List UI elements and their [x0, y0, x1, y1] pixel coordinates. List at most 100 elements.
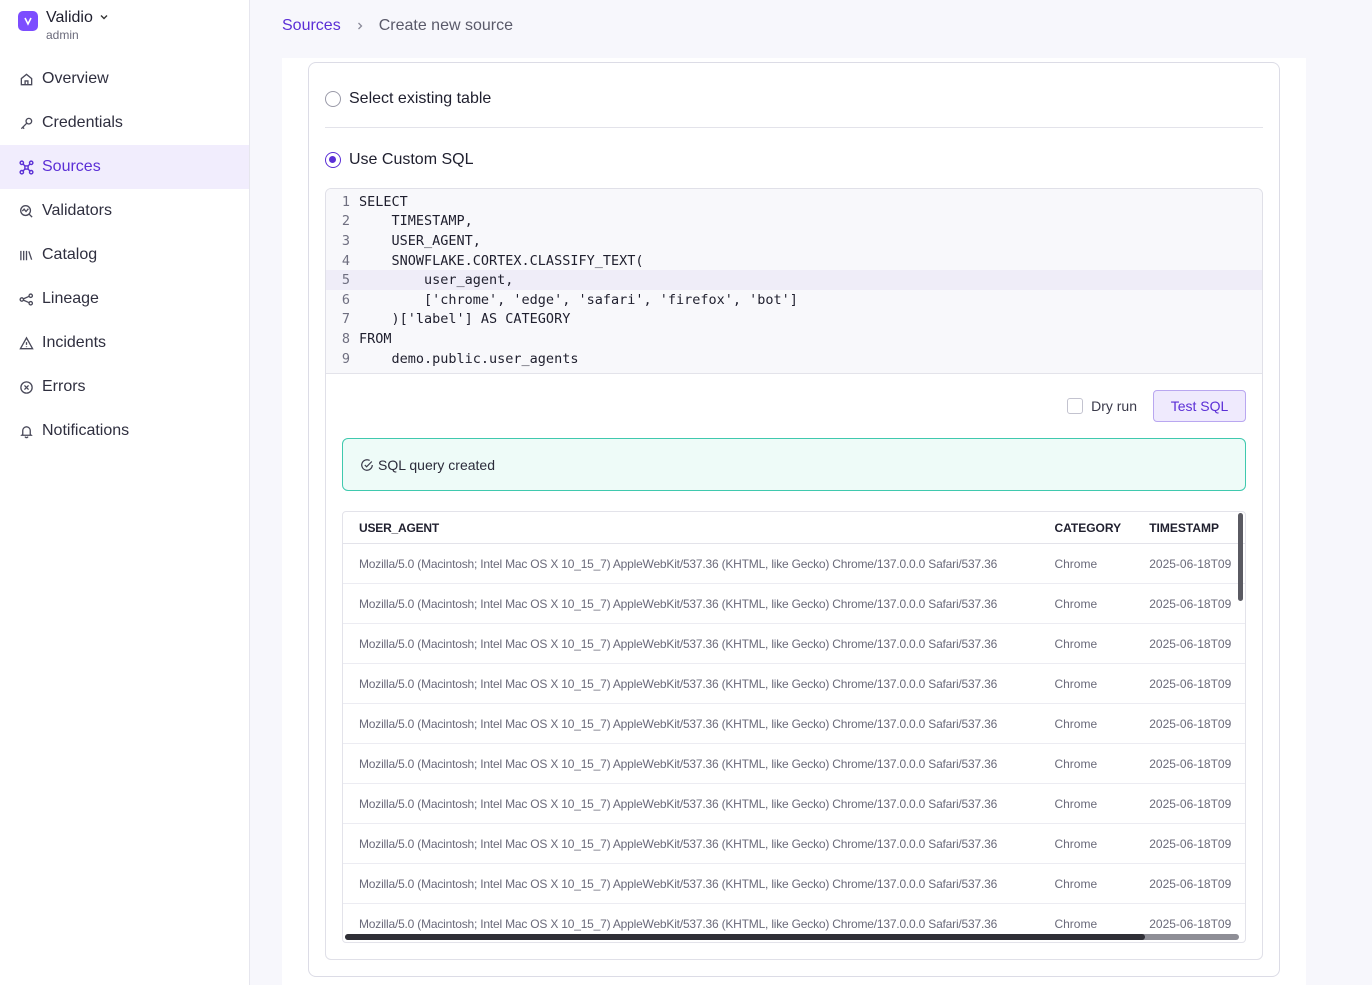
option-label: Use Custom SQL — [349, 151, 474, 168]
cell-category: Chrome — [1054, 836, 1098, 851]
sidebar-item-credentials[interactable]: Credentials — [0, 101, 249, 145]
cell-user-agent: Mozilla/5.0 (Macintosh; Intel Mac OS X 1… — [359, 716, 998, 731]
cell-category: Chrome — [1054, 716, 1098, 731]
validator-icon — [18, 203, 34, 219]
vertical-scrollbar[interactable] — [1238, 513, 1243, 601]
bell-icon — [18, 423, 34, 439]
sidebar-item-validators[interactable]: Validators — [0, 189, 249, 233]
code-line: 9 demo.public.user_agents — [326, 349, 1262, 369]
sidebar-item-incidents[interactable]: Incidents — [0, 321, 249, 365]
success-alert: SQL query created — [342, 438, 1246, 491]
cell-timestamp: 2025-06-18T09 — [1149, 596, 1232, 611]
sidebar-item-overview[interactable]: Overview — [0, 57, 249, 101]
cell-timestamp: 2025-06-18T09 — [1149, 556, 1232, 571]
sidebar-item-label: Overview — [42, 70, 109, 87]
horizontal-scrollbar-track[interactable] — [345, 934, 1239, 940]
table-row: Mozilla/5.0 (Macintosh; Intel Mac OS X 1… — [343, 664, 1245, 704]
cell-user-agent: Mozilla/5.0 (Macintosh; Intel Mac OS X 1… — [359, 756, 998, 771]
cell-timestamp: 2025-06-18T09 — [1149, 796, 1232, 811]
code-text: SELECT — [359, 193, 408, 210]
code-text: USER_AGENT, — [359, 232, 481, 249]
sidebar-item-sources[interactable]: Sources — [0, 145, 249, 189]
cell-category: Chrome — [1054, 676, 1098, 691]
dry-run-label: Dry run — [1091, 398, 1137, 414]
dry-run-checkbox[interactable] — [1067, 398, 1084, 414]
org-role: admin — [46, 28, 79, 42]
chevron-down-icon — [99, 10, 109, 26]
column-header-category[interactable]: CATEGORY — [1054, 521, 1149, 535]
cell-user-agent: Mozilla/5.0 (Macintosh; Intel Mac OS X 1… — [359, 556, 998, 571]
column-header-user-agent[interactable]: USER_AGENT — [343, 521, 1054, 535]
sidebar-item-errors[interactable]: Errors — [0, 365, 249, 409]
code-text: )['label'] AS CATEGORY — [359, 311, 571, 328]
sidebar-item-label: Incidents — [42, 334, 107, 351]
code-line: 8 FROM — [326, 329, 1262, 349]
sidebar-item-label: Lineage — [42, 290, 99, 307]
column-header-timestamp[interactable]: TIMESTAMP — [1149, 521, 1245, 535]
line-number: 1 — [341, 193, 350, 210]
cell-timestamp: 2025-06-18T09 — [1149, 756, 1232, 771]
sources-icon — [18, 159, 34, 175]
code-text: demo.public.user_agents — [359, 350, 579, 367]
cell-category: Chrome — [1054, 876, 1098, 891]
sql-editor[interactable]: 1 SELECT 2 TIMESTAMP, 3 USER_AGENT, 4 SNO… — [326, 189, 1262, 374]
sidebar-item-label: Sources — [42, 158, 101, 175]
dry-run-toggle[interactable]: Dry run — [1067, 398, 1137, 414]
sidebar-item-label: Credentials — [42, 114, 123, 131]
cell-user-agent: Mozilla/5.0 (Macintosh; Intel Mac OS X 1… — [359, 596, 998, 611]
line-number: 5 — [341, 272, 350, 289]
code-text: ['chrome', 'edge', 'safari', 'firefox', … — [359, 291, 798, 308]
table-row: Mozilla/5.0 (Macintosh; Intel Mac OS X 1… — [343, 704, 1245, 744]
lineage-icon — [18, 291, 34, 307]
test-sql-button[interactable]: Test SQL — [1153, 390, 1246, 422]
sidebar-item-lineage[interactable]: Lineage — [0, 277, 249, 321]
breadcrumb-current: Create new source — [378, 17, 513, 34]
validio-logo-icon — [18, 11, 38, 31]
catalog-icon — [18, 247, 34, 263]
org-switcher[interactable]: Validio admin — [18, 10, 109, 41]
sidebar: Validio admin Overview Credentials Sourc… — [0, 0, 250, 985]
line-number: 4 — [341, 252, 350, 269]
radio-existing-table[interactable] — [325, 91, 341, 107]
source-config-card: Select existing table Use Custom SQL 1 SE… — [308, 62, 1280, 977]
option-select-existing-table[interactable]: Select existing table — [325, 90, 491, 108]
cell-category: Chrome — [1054, 756, 1098, 771]
table-row: Mozilla/5.0 (Macintosh; Intel Mac OS X 1… — [343, 624, 1245, 664]
line-number: 3 — [341, 232, 350, 249]
code-text: user_agent, — [359, 272, 514, 289]
horizontal-scrollbar-thumb[interactable] — [345, 934, 1145, 940]
sidebar-item-label: Validators — [42, 202, 112, 219]
results-table: USER_AGENT CATEGORY TIMESTAMP Mozilla/5.… — [342, 511, 1246, 943]
breadcrumb-sources-link[interactable]: Sources — [282, 17, 341, 35]
check-circle-icon — [360, 458, 374, 472]
code-line: 6 ['chrome', 'edge', 'safari', 'firefox'… — [326, 290, 1262, 310]
table-row: Mozilla/5.0 (Macintosh; Intel Mac OS X 1… — [343, 544, 1245, 584]
sql-actions: Dry run Test SQL — [1067, 390, 1246, 422]
sidebar-item-notifications[interactable]: Notifications — [0, 409, 249, 453]
cell-category: Chrome — [1054, 636, 1098, 651]
cell-timestamp: 2025-06-18T09 — [1149, 636, 1232, 651]
table-row: Mozilla/5.0 (Macintosh; Intel Mac OS X 1… — [343, 584, 1245, 624]
option-use-custom-sql[interactable]: Use Custom SQL — [325, 151, 473, 169]
table-row: Mozilla/5.0 (Macintosh; Intel Mac OS X 1… — [343, 864, 1245, 904]
cell-user-agent: Mozilla/5.0 (Macintosh; Intel Mac OS X 1… — [359, 836, 998, 851]
radio-custom-sql[interactable] — [325, 152, 341, 168]
cell-user-agent: Mozilla/5.0 (Macintosh; Intel Mac OS X 1… — [359, 796, 998, 811]
warning-icon — [18, 335, 34, 351]
code-text: FROM — [359, 330, 392, 347]
chevron-right-icon — [355, 21, 365, 31]
table-header: USER_AGENT CATEGORY TIMESTAMP — [343, 512, 1245, 544]
sidebar-item-catalog[interactable]: Catalog — [0, 233, 249, 277]
breadcrumb: Sources Create new source — [282, 17, 513, 35]
code-line: 1 SELECT — [326, 192, 1262, 212]
line-number: 2 — [341, 213, 350, 230]
sql-section: 1 SELECT 2 TIMESTAMP, 3 USER_AGENT, 4 SNO… — [325, 188, 1263, 960]
cell-user-agent: Mozilla/5.0 (Macintosh; Intel Mac OS X 1… — [359, 676, 998, 691]
code-line-active: 5 user_agent, — [326, 270, 1262, 290]
cell-user-agent: Mozilla/5.0 (Macintosh; Intel Mac OS X 1… — [359, 636, 998, 651]
code-text: SNOWFLAKE.CORTEX.CLASSIFY_TEXT( — [359, 252, 644, 269]
cell-category: Chrome — [1054, 916, 1098, 931]
sidebar-item-label: Notifications — [42, 422, 130, 439]
cell-category: Chrome — [1054, 556, 1098, 571]
org-name: Validio — [46, 9, 93, 26]
